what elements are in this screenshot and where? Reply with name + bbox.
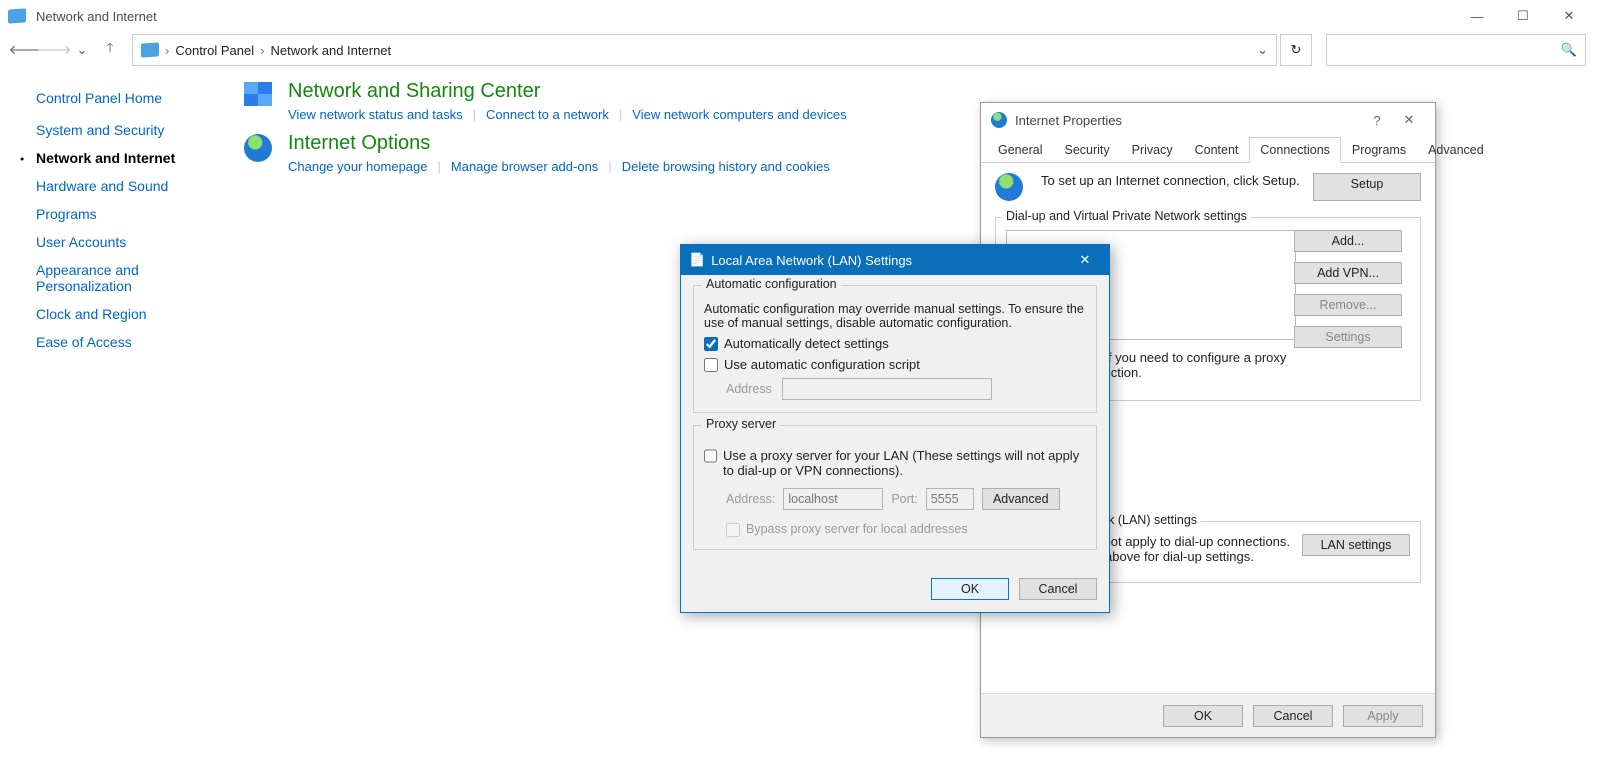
address-icon (141, 42, 159, 57)
tab-connections[interactable]: Connections (1249, 137, 1341, 163)
breadcrumb-control-panel[interactable]: Control Panel (175, 43, 254, 58)
close-button[interactable]: ✕ (1069, 252, 1101, 268)
breadcrumb-network[interactable]: Network and Internet (270, 43, 391, 58)
tab-privacy[interactable]: Privacy (1121, 137, 1184, 163)
link-view-devices[interactable]: View network computers and devices (632, 107, 846, 122)
tab-content[interactable]: Content (1184, 137, 1250, 163)
script-checkbox[interactable] (704, 358, 718, 372)
section-title-nsc[interactable]: Network and Sharing Center (288, 80, 847, 103)
proxy-port-label: Port: (891, 492, 917, 506)
link-addons[interactable]: Manage browser add-ons (451, 159, 598, 174)
sidebar-item[interactable]: System and Security (36, 122, 234, 138)
maximize-button[interactable]: ☐ (1500, 0, 1546, 32)
address-bar[interactable]: › Control Panel › Network and Internet ⌄ (132, 34, 1277, 66)
search-box[interactable]: 🔍 (1326, 34, 1586, 66)
setup-text: To set up an Internet connection, click … (1041, 173, 1303, 201)
address-dropdown-icon[interactable]: ⌄ (1257, 42, 1268, 58)
proxy-label: Use a proxy server for your LAN (These s… (723, 448, 1086, 478)
ok-button[interactable]: OK (931, 578, 1009, 600)
ok-button[interactable]: OK (1163, 705, 1243, 727)
ip-title: Internet Properties (1015, 113, 1122, 128)
tab-general[interactable]: General (987, 137, 1053, 163)
sidebar-item[interactable]: Appearance and Personalization (36, 262, 234, 294)
sidebar-item-active[interactable]: Network and Internet (36, 150, 234, 166)
control-panel-icon (8, 8, 26, 23)
proxy-legend: Proxy server (702, 417, 780, 431)
ip-tabs: General Security Privacy Content Connect… (981, 137, 1435, 163)
chevron-right-icon: › (260, 43, 264, 58)
proxy-address-input (783, 488, 883, 510)
refresh-button[interactable]: ↻ (1280, 34, 1312, 66)
sidebar-item[interactable]: Hardware and Sound (36, 178, 234, 194)
cancel-button[interactable]: Cancel (1253, 705, 1333, 727)
bypass-checkbox (726, 523, 740, 537)
add-vpn-button[interactable]: Add VPN... (1294, 262, 1402, 284)
link-homepage[interactable]: Change your homepage (288, 159, 428, 174)
sidebar-item[interactable]: Clock and Region (36, 306, 234, 322)
vpn-legend: Dial-up and Virtual Private Network sett… (1002, 209, 1251, 223)
globe-icon (991, 112, 1007, 128)
apply-button: Apply (1343, 705, 1423, 727)
recent-dropdown-icon[interactable]: ⌄ (70, 38, 94, 62)
remove-button: Remove... (1294, 294, 1402, 316)
detect-checkbox-row[interactable]: Automatically detect settings (704, 336, 1086, 351)
auto-text: Automatic configuration may override man… (704, 302, 1086, 330)
proxy-checkbox-row[interactable]: Use a proxy server for your LAN (These s… (704, 448, 1086, 478)
globe-arrow-icon (995, 173, 1023, 201)
detect-checkbox[interactable] (704, 337, 718, 351)
proxy-port-input (926, 488, 974, 510)
back-button[interactable]: 🡐 (14, 38, 38, 62)
lan-title: Local Area Network (LAN) Settings (711, 253, 912, 268)
script-address-input (782, 378, 992, 400)
bypass-label: Bypass proxy server for local addresses (746, 522, 968, 536)
tab-programs[interactable]: Programs (1341, 137, 1417, 163)
script-label: Use automatic configuration script (724, 357, 920, 372)
sidebar-item[interactable]: Ease of Access (36, 334, 234, 350)
tab-advanced[interactable]: Advanced (1417, 137, 1495, 163)
proxy-address-label: Address: (726, 492, 775, 506)
sidebar: Control Panel Home System and Security N… (14, 72, 244, 362)
sidebar-item[interactable]: Programs (36, 206, 234, 222)
setup-button[interactable]: Setup (1313, 173, 1421, 201)
forward-button[interactable]: 🡒 (42, 38, 66, 62)
add-button[interactable]: Add... (1294, 230, 1402, 252)
internet-options-icon (244, 134, 272, 162)
advanced-button[interactable]: Advanced (982, 488, 1060, 510)
settings-button: Settings (1294, 326, 1402, 348)
minimize-button[interactable]: — (1454, 0, 1500, 32)
link-delete-history[interactable]: Delete browsing history and cookies (622, 159, 830, 174)
document-icon: 📄 (689, 252, 705, 268)
cancel-button[interactable]: Cancel (1019, 578, 1097, 600)
sidebar-item[interactable]: User Accounts (36, 234, 234, 250)
help-button[interactable]: ? (1361, 113, 1393, 128)
script-checkbox-row[interactable]: Use automatic configuration script (704, 357, 1086, 372)
proxy-checkbox[interactable] (704, 449, 717, 463)
toolbar: 🡐 🡒 ⌄ 🡑 › Control Panel › Network and In… (0, 32, 1600, 72)
detect-label: Automatically detect settings (724, 336, 889, 351)
sidebar-home[interactable]: Control Panel Home (36, 90, 234, 106)
lan-settings-dialog: 📄 Local Area Network (LAN) Settings ✕ Au… (680, 244, 1110, 613)
lan-settings-button[interactable]: LAN settings (1302, 534, 1410, 556)
window-titlebar: Network and Internet — ☐ ✕ (0, 0, 1600, 32)
close-button[interactable]: ✕ (1546, 0, 1592, 32)
chevron-right-icon: › (165, 43, 169, 58)
auto-legend: Automatic configuration (702, 277, 841, 291)
tab-security[interactable]: Security (1053, 137, 1120, 163)
network-sharing-icon (244, 82, 272, 106)
link-connect[interactable]: Connect to a network (486, 107, 609, 122)
search-icon: 🔍 (1561, 42, 1577, 58)
up-button[interactable]: 🡑 (98, 38, 122, 62)
bypass-checkbox-row[interactable]: Bypass proxy server for local addresses (726, 522, 1086, 537)
window-title: Network and Internet (36, 9, 157, 24)
link-view-status[interactable]: View network status and tasks (288, 107, 463, 122)
address-label: Address (726, 382, 772, 396)
section-title-io[interactable]: Internet Options (288, 132, 830, 155)
close-button[interactable]: ✕ (1393, 112, 1425, 128)
